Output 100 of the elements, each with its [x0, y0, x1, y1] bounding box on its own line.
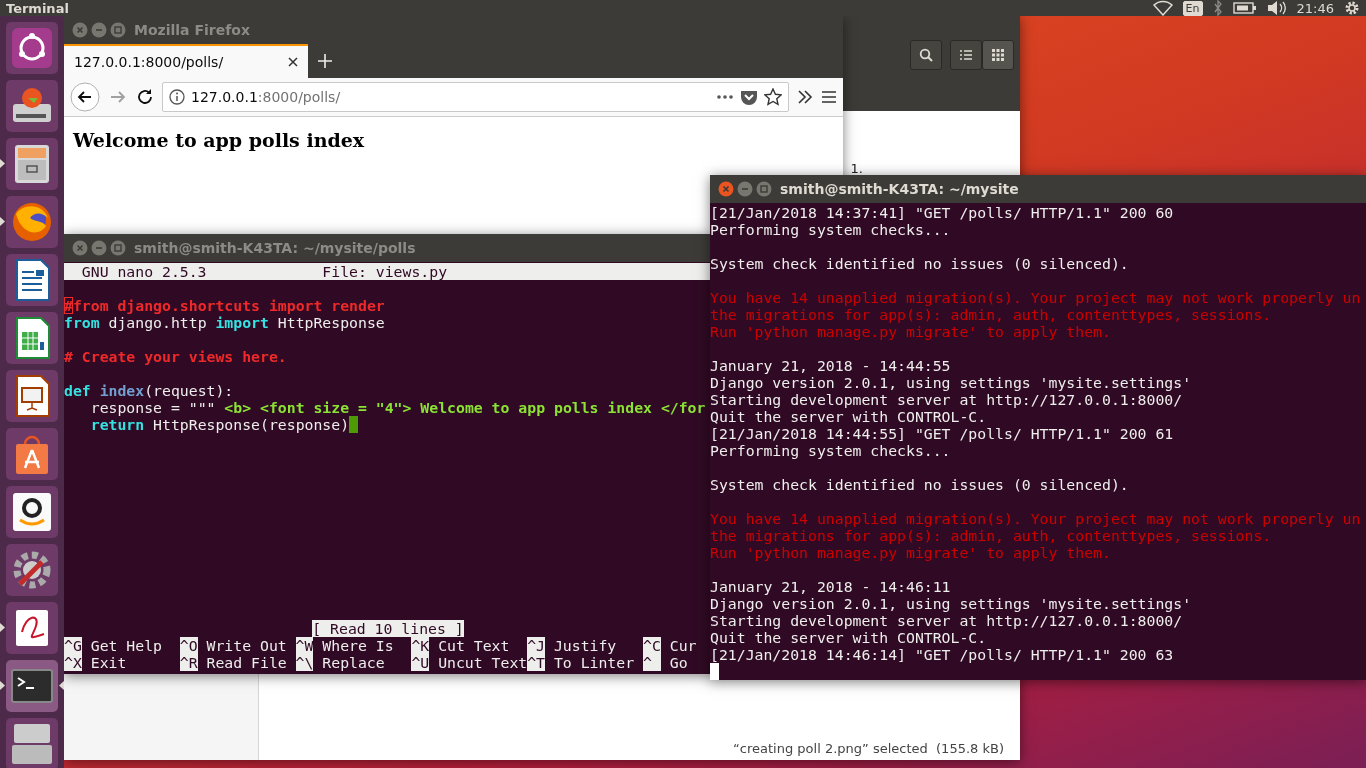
- terminal-line: Performing system checks...: [710, 221, 951, 238]
- maximize-button[interactable]: [756, 181, 772, 197]
- bluetooth-icon[interactable]: [1212, 0, 1223, 16]
- clock[interactable]: 21:46: [1296, 0, 1334, 16]
- launcher-item[interactable]: [6, 254, 58, 306]
- shortcut-key: ^\: [295, 654, 314, 671]
- maximize-button[interactable]: [110, 22, 126, 38]
- terminal-line: January 21, 2018 - 14:46:11: [710, 578, 951, 595]
- shortcut-label: Replace: [321, 654, 385, 671]
- close-icon[interactable]: [288, 57, 298, 67]
- tab-title: 127.0.0.1:8000/polls/: [74, 54, 224, 70]
- shortcut-key: ^K: [411, 637, 430, 654]
- minimize-button[interactable]: [91, 22, 107, 38]
- menu-icon[interactable]: [821, 90, 837, 104]
- status-text: “creating poll 2.png” selected (155.8 kB): [733, 741, 1004, 756]
- grid-icon: [992, 49, 1004, 61]
- battery-icon[interactable]: [1232, 1, 1257, 15]
- pocket-icon[interactable]: [740, 89, 758, 105]
- shortcut-label: Get Help: [89, 637, 162, 654]
- launcher-item[interactable]: [6, 370, 58, 422]
- shortcut-key: ^J: [527, 637, 545, 654]
- reload-button[interactable]: [136, 88, 154, 106]
- more-icon[interactable]: [716, 94, 734, 100]
- terminal-line: Django version 2.0.1, using settings 'mysite.settings': [710, 374, 1192, 391]
- code-line: # Create your views here.: [64, 348, 287, 365]
- terminal-line: Starting development server at http://127.0.0.1:8000/: [710, 612, 1183, 629]
- close-button[interactable]: [72, 240, 88, 256]
- terminal-line: Django version 2.0.1, using settings 'mysite.settings': [710, 595, 1192, 612]
- shortcut-label: Uncut Text: [437, 654, 528, 671]
- terminal-line: Run 'python manage.py migrate' to apply them.: [710, 544, 1111, 561]
- dash-icon: [10, 26, 54, 70]
- address-bar[interactable]: 127.0.0.1:8000/polls/: [162, 82, 789, 112]
- app-title: Terminal: [6, 0, 70, 16]
- page-heading: Welcome to app polls index: [73, 129, 366, 151]
- shortcut-label: Where Is: [321, 637, 394, 654]
- shortcut-key: ^T: [527, 654, 545, 671]
- fox-globe-icon: [10, 200, 54, 244]
- overflow-icon[interactable]: [797, 90, 813, 104]
- code-line: #from django.shortcuts import render: [64, 297, 385, 314]
- terminal-line: Quit the server with CONTROL-C.: [710, 629, 987, 646]
- terminal-line: [21/Jan/2018 14:46:14] "GET /polls/ HTTP/1.1" 200 63: [710, 646, 1174, 663]
- shortcut-key: ^G: [64, 637, 82, 654]
- code-line: return HttpResponse(response): [89, 416, 350, 433]
- url-text: 127.0.0.1:8000/polls/: [191, 89, 341, 105]
- shortcut-key: ^C: [643, 637, 661, 654]
- trash-icon: [10, 722, 54, 766]
- window-title: smith@smith-K43TA: ~/mysite: [780, 181, 1019, 197]
- terminal-line: System check identified no issues (0 silenced).: [710, 255, 1129, 272]
- shortcut-label: Go: [668, 654, 688, 671]
- shortcut-label: Read File: [205, 654, 287, 671]
- shortcut-label: Write Out: [205, 637, 287, 654]
- browser-tab[interactable]: 127.0.0.1:8000/polls/: [64, 44, 308, 78]
- terminal-line: Run 'python manage.py migrate' to apply them.: [710, 323, 1111, 340]
- list-view-button[interactable]: [950, 40, 982, 70]
- back-button[interactable]: [70, 82, 100, 112]
- editor-header: GNU nano 2.5.3 File: views.py: [64, 263, 712, 280]
- shortcut-key: ^R: [179, 654, 198, 671]
- launcher-item[interactable]: [6, 602, 58, 654]
- shortcut-label: Cur: [668, 637, 697, 654]
- minimize-button[interactable]: [737, 181, 753, 197]
- file-label: 1.: [850, 161, 863, 176]
- grid-view-button[interactable]: [982, 40, 1014, 70]
- launcher-item[interactable]: [6, 428, 58, 480]
- settings-icon[interactable]: [1344, 0, 1360, 16]
- info-icon: [169, 89, 185, 105]
- shortcut-label: Cut Text: [437, 637, 510, 654]
- terminal-line: Performing system checks...: [710, 442, 951, 459]
- launcher-item[interactable]: [6, 312, 58, 364]
- star-icon[interactable]: [764, 88, 782, 106]
- window-title: Mozilla Firefox: [134, 22, 250, 38]
- minimize-button[interactable]: [91, 240, 107, 256]
- wifi-icon[interactable]: [1152, 0, 1173, 16]
- shortcut-key: ^W: [295, 637, 314, 654]
- terminal-line: Starting development server at http://127.0.0.1:8000/: [710, 391, 1183, 408]
- code-line: def index(request):: [64, 382, 234, 399]
- window-title: smith@smith-K43TA: ~/mysite/polls: [134, 240, 416, 256]
- terminal-line: Quit the server with CONTROL-C.: [710, 408, 987, 425]
- shortcut-label: Justify: [552, 637, 617, 654]
- keyboard-layout-indicator[interactable]: En: [1182, 0, 1203, 16]
- launcher-item[interactable]: [6, 22, 58, 74]
- shortcut-label: To Linter: [552, 654, 635, 671]
- terminal-line: You have 14 unapplied migration(s). Your project may not work properly un: [710, 289, 1361, 306]
- search-icon: [919, 48, 933, 62]
- close-button[interactable]: [718, 181, 734, 197]
- terminal-line: the migrations for app(s): admin, auth, contenttypes, sessions.: [710, 527, 1272, 544]
- terminal-line: [21/Jan/2018 14:37:41] "GET /polls/ HTTP/1.1" 200 60: [710, 204, 1174, 221]
- launcher-item[interactable]: [6, 486, 58, 538]
- plus-icon: [318, 54, 332, 68]
- list-icon: [960, 50, 972, 60]
- volume-icon[interactable]: [1266, 0, 1287, 16]
- launcher-item[interactable]: [6, 138, 58, 190]
- status-message: [ Read 10 lines ]: [312, 620, 464, 637]
- code-line: response = """ <b> <font size = "4"> Welcome to app polls index </for: [89, 399, 706, 416]
- search-button[interactable]: [910, 40, 942, 70]
- text-cursor: [710, 663, 719, 680]
- close-button[interactable]: [72, 22, 88, 38]
- terminal-line: You have 14 unapplied migration(s). Your project may not work properly un: [710, 510, 1361, 527]
- terminal-line: [21/Jan/2018 14:44:55] "GET /polls/ HTTP/1.1" 200 61: [710, 425, 1174, 442]
- terminal-line: the migrations for app(s): admin, auth, contenttypes, sessions.: [710, 306, 1272, 323]
- maximize-button[interactable]: [110, 240, 126, 256]
